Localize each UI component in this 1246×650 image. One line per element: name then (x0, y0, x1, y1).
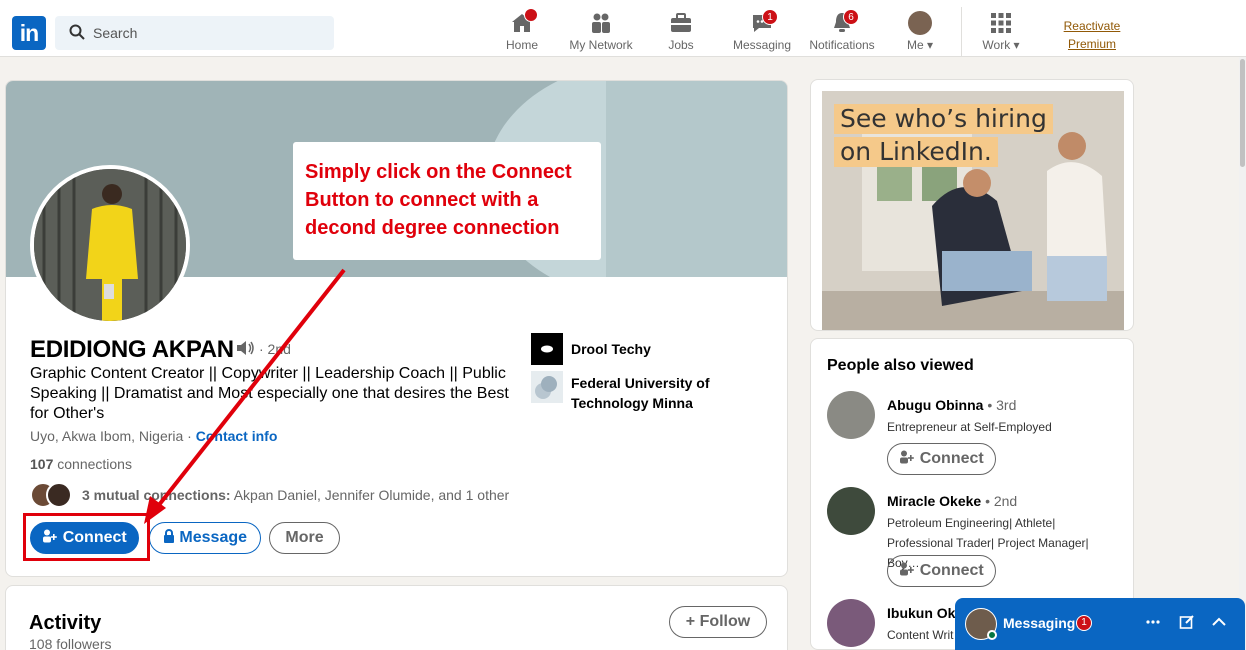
ad-headline-line1: See who’s hiring (834, 104, 1053, 134)
messaging-badge: 1 (1076, 615, 1092, 631)
activity-card: Activity 108 followers + Follow (5, 585, 788, 650)
chevron-up-icon[interactable] (1211, 614, 1227, 635)
avatar (827, 391, 875, 439)
avatar (827, 599, 875, 647)
messaging-label: Messaging (1003, 615, 1076, 631)
people-also-viewed-title: People also viewed (827, 357, 974, 374)
person-name: Abugu Obinna • 3rd (887, 397, 1017, 413)
connect-button[interactable]: Connect (887, 555, 996, 587)
ad-headline-line2: on LinkedIn. (834, 137, 998, 167)
person-headline: Entrepreneur at Self-Employed (887, 420, 1052, 434)
compose-icon[interactable] (1179, 614, 1195, 635)
ad-card[interactable]: See who’s hiring on LinkedIn. (810, 79, 1134, 331)
more-options-icon[interactable] (1145, 614, 1161, 635)
followers-count: 108 followers (29, 636, 112, 650)
connect-button-label: Connect (919, 450, 984, 467)
online-status-dot (987, 630, 997, 640)
activity-title: Activity (29, 612, 102, 634)
person-name: Ibukun Oke (887, 605, 964, 621)
add-person-icon (899, 450, 919, 467)
connect-button-label: Connect (919, 562, 984, 579)
follow-button-label: Follow (699, 613, 751, 630)
follow-button[interactable]: + Follow (669, 606, 767, 638)
connect-button[interactable]: Connect (887, 443, 996, 475)
ad-image: See who’s hiring on LinkedIn. (822, 91, 1124, 330)
messaging-overlay-bar[interactable]: Messaging 1 (955, 598, 1245, 650)
person-name: Miracle Okeke • 2nd (887, 493, 1018, 509)
plus-icon: + (685, 613, 696, 630)
add-person-icon (899, 562, 919, 579)
avatar (827, 487, 875, 535)
